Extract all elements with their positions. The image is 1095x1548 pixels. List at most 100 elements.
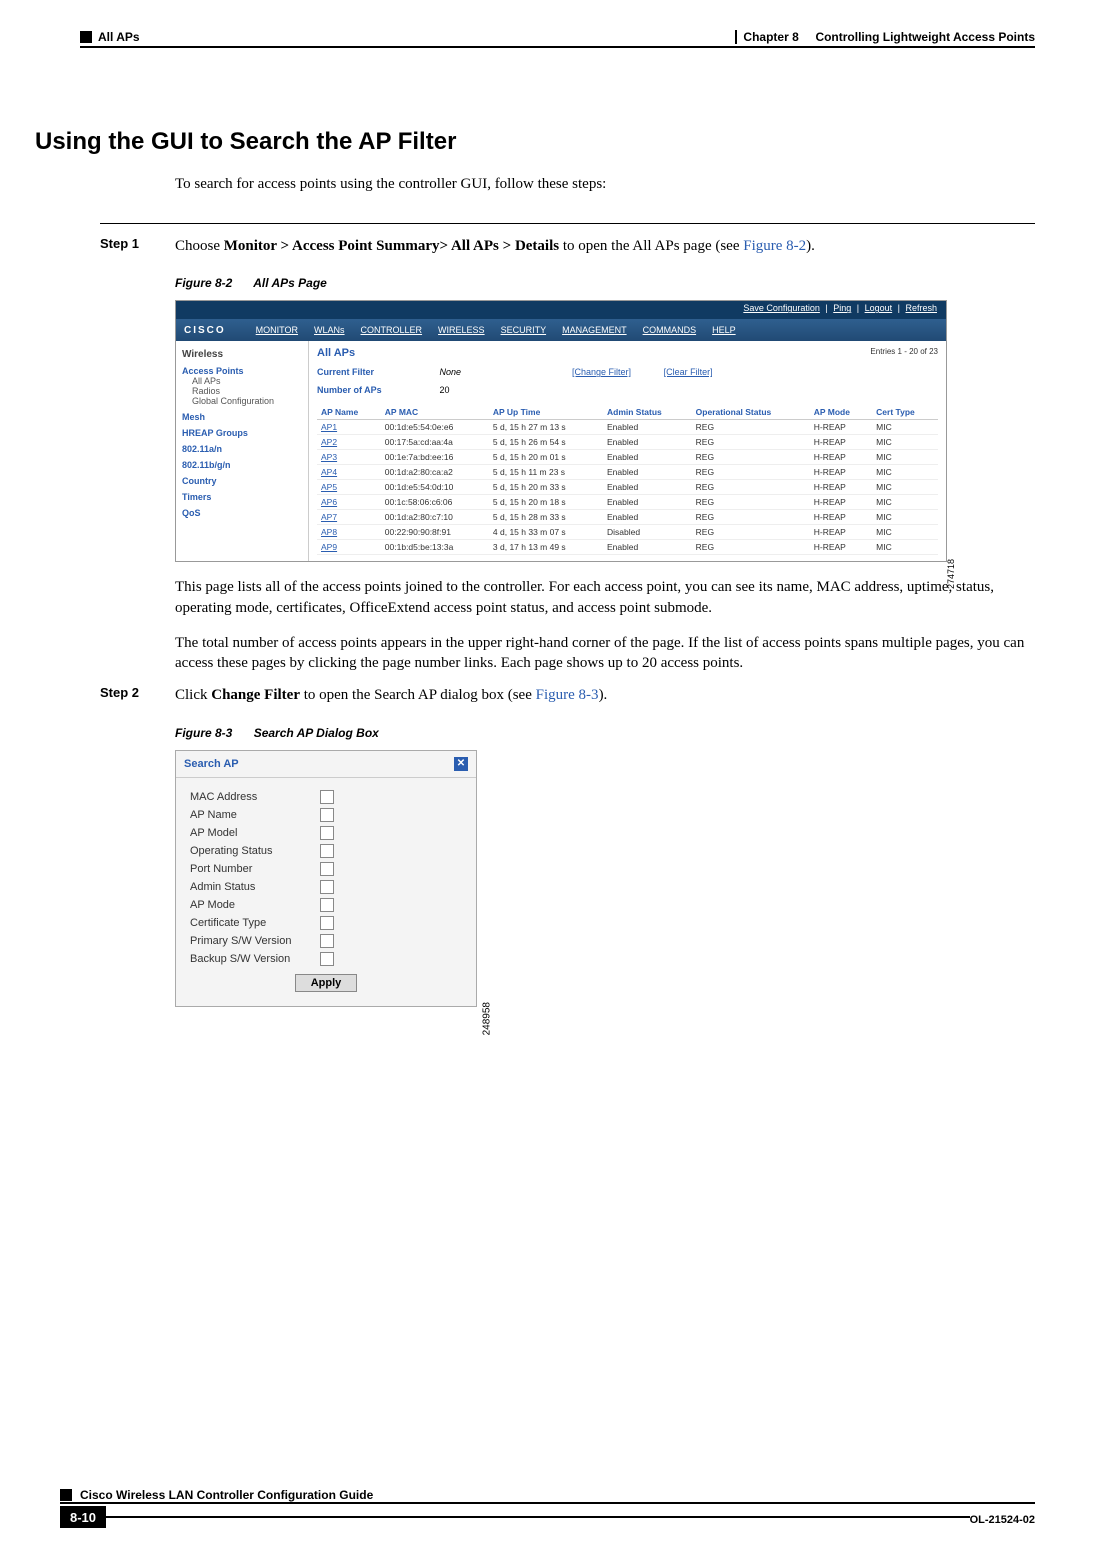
sidebar-access-points[interactable]: Access Points <box>182 366 302 376</box>
ap-name-link[interactable]: AP4 <box>317 465 381 480</box>
ap-admin: Enabled <box>603 480 692 495</box>
sidebar-all-aps[interactable]: All APs <box>192 376 302 386</box>
sidebar-80211bgn[interactable]: 802.11b/g/n <box>182 460 302 470</box>
col-ap-name: AP Name <box>317 405 381 420</box>
nav-commands[interactable]: COMMANDS <box>643 325 697 335</box>
ap-mode: H-REAP <box>810 420 872 435</box>
nav-wlans[interactable]: WLANs <box>314 325 345 335</box>
header-section: All APs <box>98 30 140 44</box>
ap-admin: Enabled <box>603 435 692 450</box>
filter-field-row: AP Name <box>190 808 462 822</box>
filter-field-row: Primary S/W Version <box>190 934 462 948</box>
change-filter-link[interactable]: [Change Filter] <box>572 367 631 377</box>
ap-op: REG <box>692 510 810 525</box>
col-ap-uptime: AP Up Time <box>489 405 603 420</box>
filter-field-row: Operating Status <box>190 844 462 858</box>
sidebar-hreap[interactable]: HREAP Groups <box>182 428 302 438</box>
ping-link[interactable]: Ping <box>833 303 851 313</box>
ap-cert: MIC <box>872 420 938 435</box>
footer-rule <box>106 1516 970 1528</box>
filter-field-row: Backup S/W Version <box>190 952 462 966</box>
clear-filter-link[interactable]: [Clear Filter] <box>664 367 713 377</box>
ap-uptime: 5 d, 15 h 27 m 13 s <box>489 420 603 435</box>
ap-op: REG <box>692 525 810 540</box>
nav-controller[interactable]: CONTROLLER <box>361 325 423 335</box>
ap-name-link[interactable]: AP6 <box>317 495 381 510</box>
filter-field-row: Admin Status <box>190 880 462 894</box>
ap-op: REG <box>692 450 810 465</box>
nav-monitor[interactable]: MONITOR <box>256 325 298 335</box>
sidebar-global-cfg[interactable]: Global Configuration <box>192 396 302 406</box>
ap-uptime: 5 d, 15 h 28 m 33 s <box>489 510 603 525</box>
close-icon[interactable]: ✕ <box>454 757 468 771</box>
filter-field-checkbox[interactable] <box>320 952 334 966</box>
ap-name-link[interactable]: AP5 <box>317 480 381 495</box>
step-1-label: Step 1 <box>100 236 175 251</box>
ap-op: REG <box>692 420 810 435</box>
current-filter-value: None <box>440 367 540 377</box>
ap-name-link[interactable]: AP3 <box>317 450 381 465</box>
filter-field-checkbox[interactable] <box>320 826 334 840</box>
book-title: Cisco Wireless LAN Controller Configurat… <box>80 1488 373 1502</box>
nav-security[interactable]: SECURITY <box>501 325 547 335</box>
ap-admin: Enabled <box>603 420 692 435</box>
nav-help[interactable]: HELP <box>712 325 736 335</box>
save-config-link[interactable]: Save Configuration <box>743 303 820 313</box>
fig83-side-number: 248958 <box>481 1002 492 1035</box>
ap-uptime: 5 d, 15 h 26 m 54 s <box>489 435 603 450</box>
ap-admin: Disabled <box>603 525 692 540</box>
step-2-figref: Figure 8-3 <box>536 687 599 703</box>
sidebar-80211an[interactable]: 802.11a/n <box>182 444 302 454</box>
sidebar-qos[interactable]: QoS <box>182 508 302 518</box>
filter-field-checkbox[interactable] <box>320 790 334 804</box>
fig82-side-number: 274718 <box>946 559 956 589</box>
ap-op: REG <box>692 495 810 510</box>
entries-label: Entries 1 - 20 of 23 <box>870 347 938 356</box>
ap-name-link[interactable]: AP8 <box>317 525 381 540</box>
ap-name-link[interactable]: AP7 <box>317 510 381 525</box>
sidebar-timers[interactable]: Timers <box>182 492 302 502</box>
step-1-figref: Figure 8-2 <box>743 238 806 254</box>
step-2-mid: to open the Search AP dialog box (see <box>300 687 536 703</box>
ap-name-link[interactable]: AP2 <box>317 435 381 450</box>
table-row: AP200:17:5a:cd:aa:4a5 d, 15 h 26 m 54 sE… <box>317 435 938 450</box>
step-2-bold: Change Filter <box>211 687 300 703</box>
intro-text: To search for access points using the co… <box>175 176 1035 193</box>
ap-uptime: 5 d, 15 h 20 m 01 s <box>489 450 603 465</box>
filter-field-row: MAC Address <box>190 790 462 804</box>
ap-uptime: 5 d, 15 h 11 m 23 s <box>489 465 603 480</box>
step-2: Step 2 Click Change Filter to open the S… <box>100 685 1035 705</box>
nav-management[interactable]: MANAGEMENT <box>562 325 627 335</box>
nav-wireless[interactable]: WIRELESS <box>438 325 485 335</box>
ap-mac: 00:22:90:90:8f:91 <box>381 525 489 540</box>
footer-bullet <box>60 1489 72 1501</box>
filter-field-row: Port Number <box>190 862 462 876</box>
ap-name-link[interactable]: AP1 <box>317 420 381 435</box>
table-row: AP100:1d:e5:54:0e:e65 d, 15 h 27 m 13 sE… <box>317 420 938 435</box>
ap-admin: Enabled <box>603 510 692 525</box>
filter-field-checkbox[interactable] <box>320 844 334 858</box>
table-row: AP400:1d:a2:80:ca:a25 d, 15 h 11 m 23 sE… <box>317 465 938 480</box>
apply-button[interactable]: Apply <box>295 974 357 992</box>
content-title: All APs <box>317 347 355 359</box>
section-heading: Using the GUI to Search the AP Filter <box>35 128 1035 156</box>
paragraph-1: This page lists all of the access points… <box>175 577 1035 618</box>
dialog-title: Search AP <box>184 758 239 770</box>
filter-field-checkbox[interactable] <box>320 862 334 876</box>
wlc-sidebar: Wireless Access Points All APs Radios Gl… <box>176 341 309 561</box>
ap-name-link[interactable]: AP9 <box>317 540 381 555</box>
filter-field-checkbox[interactable] <box>320 808 334 822</box>
filter-field-label: Operating Status <box>190 845 320 857</box>
sidebar-radios[interactable]: Radios <box>192 386 302 396</box>
filter-field-checkbox[interactable] <box>320 880 334 894</box>
cisco-logo: CISCO <box>184 325 226 336</box>
filter-field-checkbox[interactable] <box>320 934 334 948</box>
sidebar-mesh[interactable]: Mesh <box>182 412 302 422</box>
logout-link[interactable]: Logout <box>865 303 893 313</box>
filter-field-checkbox[interactable] <box>320 898 334 912</box>
step-2-label: Step 2 <box>100 685 175 700</box>
filter-field-checkbox[interactable] <box>320 916 334 930</box>
sidebar-country[interactable]: Country <box>182 476 302 486</box>
ap-mode: H-REAP <box>810 540 872 555</box>
refresh-link[interactable]: Refresh <box>905 303 937 313</box>
